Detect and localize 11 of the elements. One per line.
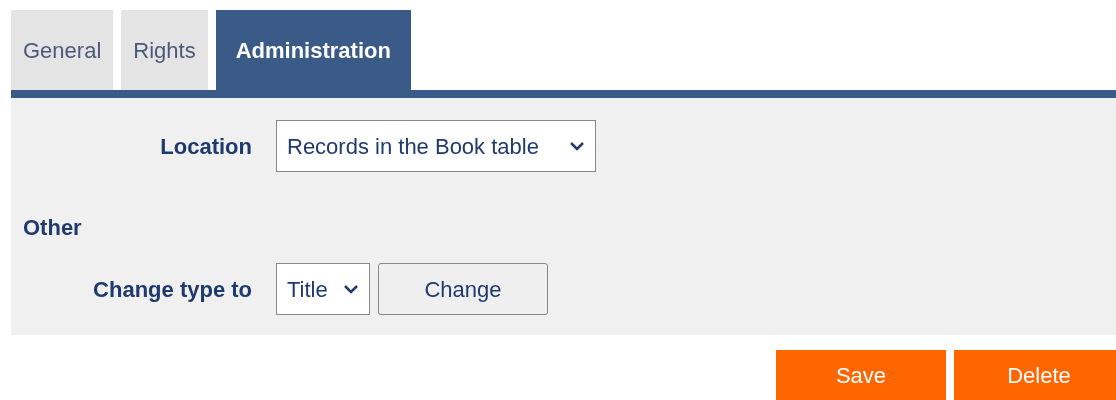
change-button[interactable]: Change: [378, 263, 548, 315]
tab[interactable]: General: [11, 10, 114, 90]
chevron-down-icon: [343, 283, 359, 295]
tab[interactable]: Rights: [121, 10, 208, 90]
section-heading: Other: [23, 214, 83, 242]
chevron-down-icon: [569, 140, 585, 152]
field-label: Change type to: [92, 275, 252, 304]
type-dropdown[interactable]: Title: [276, 263, 370, 315]
location-dropdown[interactable]: Records in the Book table: [276, 120, 596, 172]
field-label: Location: [159, 132, 252, 161]
tab[interactable]: Administration: [215, 10, 411, 90]
